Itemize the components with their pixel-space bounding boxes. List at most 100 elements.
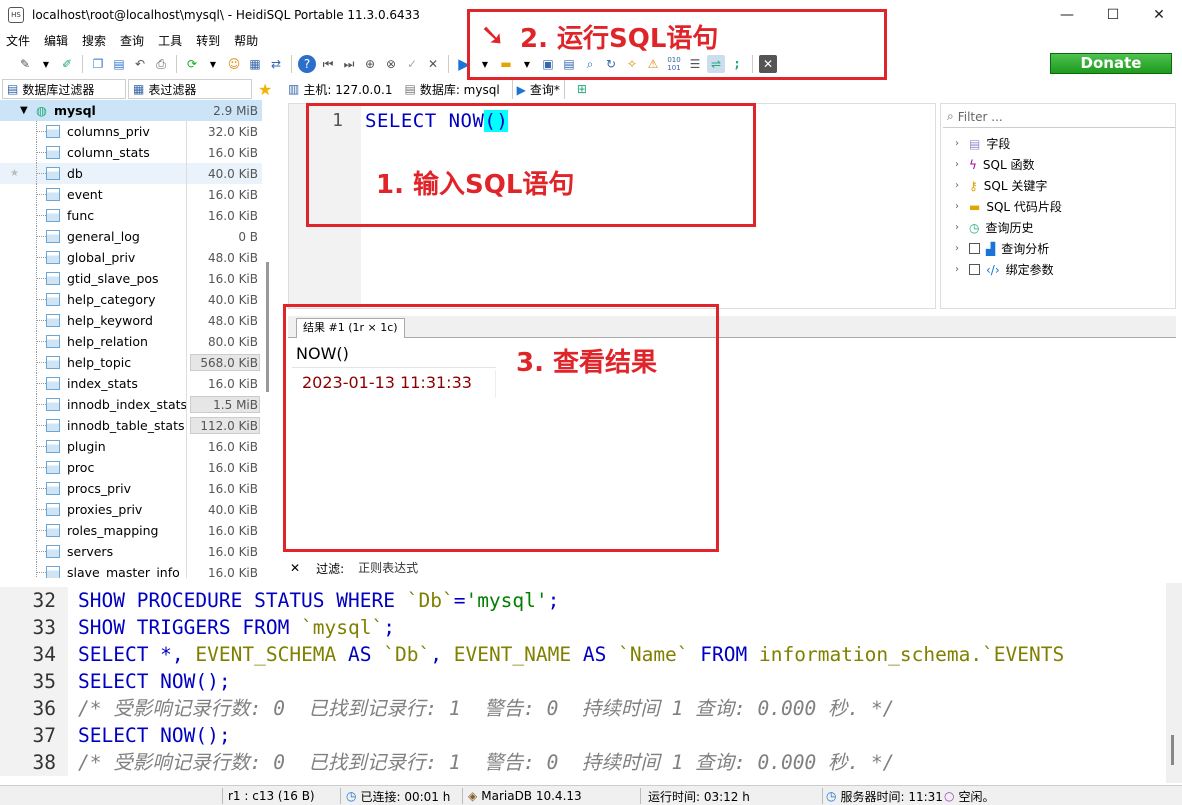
tree-table-row[interactable]: event 16.0 KiB <box>0 184 262 205</box>
print-icon[interactable]: ⎙ <box>152 55 170 73</box>
log-keyword: SHOW TRIGGERS FROM <box>78 616 302 639</box>
collapse-chevron-icon[interactable]: ▼ <box>20 105 28 116</box>
log-scrollbar[interactable] <box>1166 583 1182 783</box>
helper-item-keywords[interactable]: › ⚷ SQL 关键字 <box>955 175 1047 196</box>
undo-icon[interactable]: ↶ <box>131 55 149 73</box>
first-record-icon[interactable]: ⏮ <box>319 55 337 73</box>
insert-record-icon[interactable]: ⊕ <box>361 55 379 73</box>
tree-scrollbar[interactable] <box>266 262 269 392</box>
expand-chevron-icon[interactable]: › <box>955 222 963 233</box>
table-filter-tab[interactable]: ▦ 表过滤器 <box>128 79 252 99</box>
menu-query[interactable]: 查询 <box>120 32 144 49</box>
tree-table-row[interactable]: help_category 40.0 KiB <box>0 289 262 310</box>
tree-table-row[interactable]: proxies_priv 40.0 KiB <box>0 499 262 520</box>
minimize-button[interactable]: — <box>1044 0 1090 30</box>
tab-query[interactable]: ▶ 查询* <box>511 79 565 99</box>
copy-icon[interactable]: ❐ <box>89 55 107 73</box>
dropdown-arrow-icon[interactable]: ▼ <box>37 55 55 73</box>
tree-table-row[interactable]: func 16.0 KiB <box>0 205 262 226</box>
tree-table-row[interactable]: plugin 16.0 KiB <box>0 436 262 457</box>
refresh-icon[interactable]: ⟳ <box>183 55 201 73</box>
status-server-time-label: 服务器时间: 11:31 <box>840 789 943 804</box>
tree-table-row[interactable]: help_topic 568.0 KiB <box>0 352 262 373</box>
user-manager-icon[interactable]: ☺ <box>225 55 243 73</box>
delete-record-icon[interactable]: ⊗ <box>382 55 400 73</box>
helper-item-functions[interactable]: › ϟ SQL 函数 <box>955 154 1035 175</box>
helper-item-label: SQL 关键字 <box>983 179 1048 193</box>
tree-table-row[interactable]: servers 16.0 KiB <box>0 541 262 562</box>
database-filter-tab[interactable]: ▤ 数据库过滤器 <box>2 79 126 99</box>
table-size: 16.0 KiB <box>208 376 258 391</box>
tree-table-row[interactable]: db 40.0 KiB ★ <box>0 163 262 184</box>
helper-filter-input[interactable]: ⌕ Filter ... <box>943 106 1175 128</box>
bind-params-checkbox[interactable] <box>969 264 980 275</box>
tree-table-row[interactable]: innodb_index_stats 1.5 MiB <box>0 394 262 415</box>
helper-item-profile[interactable]: › ▟ 查询分析 <box>955 238 1049 259</box>
maximize-button[interactable]: ☐ <box>1090 0 1136 30</box>
post-record-icon[interactable]: ✓ <box>403 55 421 73</box>
favorite-star-icon[interactable]: ★ <box>258 80 272 99</box>
expand-chevron-icon[interactable]: › <box>955 264 963 275</box>
new-query-tab-icon[interactable]: ⊞ <box>577 82 587 96</box>
profile-checkbox[interactable] <box>969 243 980 254</box>
helper-item-columns[interactable]: › ▤ 字段 <box>955 133 1010 154</box>
tree-table-row[interactable]: columns_priv 32.0 KiB <box>0 121 262 142</box>
menu-goto[interactable]: 转到 <box>196 32 220 49</box>
tree-connector <box>36 299 46 300</box>
cancel-record-icon[interactable]: ✕ <box>424 55 442 73</box>
favorite-star-icon[interactable]: ★ <box>10 168 19 179</box>
tab-database[interactable]: ▤ 数据库: mysql <box>404 81 499 98</box>
tree-table-row[interactable]: proc 16.0 KiB <box>0 457 262 478</box>
dropdown-arrow-icon[interactable]: ▼ <box>204 55 222 73</box>
expand-chevron-icon[interactable]: › <box>955 180 963 191</box>
expand-chevron-icon[interactable]: › <box>955 138 963 149</box>
tree-table-row[interactable]: slave_master_info 16.0 KiB <box>0 562 262 578</box>
tree-connector <box>36 404 46 405</box>
log-scroll-thumb[interactable] <box>1171 735 1174 765</box>
tree-table-row[interactable]: gtid_slave_pos 16.0 KiB <box>0 268 262 289</box>
tree-table-row[interactable]: index_stats 16.0 KiB <box>0 373 262 394</box>
menu-help[interactable]: 帮助 <box>234 32 258 49</box>
tree-connector <box>36 194 46 195</box>
close-filter-icon[interactable]: ✕ <box>290 561 300 575</box>
tree-table-row[interactable]: general_log 0 B <box>0 226 262 247</box>
donate-button[interactable]: Donate <box>1050 53 1172 74</box>
document-tabs: ▥ 主机: 127.0.0.1 ▤ 数据库: mysql ▶ 查询* ⊞ <box>288 78 1182 100</box>
table-icon <box>46 377 60 390</box>
tree-table-row[interactable]: global_priv 48.0 KiB <box>0 247 262 268</box>
close-button[interactable]: ✕ <box>1136 0 1182 30</box>
table-size: 32.0 KiB <box>208 124 258 139</box>
expand-chevron-icon[interactable]: › <box>955 159 963 170</box>
tree-table-row[interactable]: roles_mapping 16.0 KiB <box>0 520 262 541</box>
paste-icon[interactable]: ▤ <box>110 55 128 73</box>
tree-connector <box>36 488 46 489</box>
tab-host[interactable]: ▥ 主机: 127.0.0.1 <box>288 81 392 98</box>
status-uptime: 运行时间: 03:12 h <box>648 789 750 804</box>
sql-log-text[interactable]: 32 SHOW PROCEDURE STATUS WHERE `Db`='mys… <box>0 583 1166 783</box>
menu-file[interactable]: 文件 <box>6 32 30 49</box>
last-record-icon[interactable]: ⏭ <box>340 55 358 73</box>
menu-edit[interactable]: 编辑 <box>44 32 68 49</box>
log-semicolon: ; <box>547 589 560 612</box>
tree-table-row[interactable]: innodb_table_stats 112.0 KiB <box>0 415 262 436</box>
helper-item-bind-params[interactable]: › ‹/› 绑定参数 <box>955 259 1054 280</box>
tree-table-row[interactable]: procs_priv 16.0 KiB <box>0 478 262 499</box>
menu-search[interactable]: 搜索 <box>82 32 106 49</box>
filter-regex-input[interactable]: 正则表达式 <box>352 558 503 578</box>
menu-tools[interactable]: 工具 <box>158 32 182 49</box>
tree-table-row[interactable]: help_keyword 48.0 KiB <box>0 310 262 331</box>
helper-item-history[interactable]: › ◷ 查询历史 <box>955 217 1034 238</box>
help-icon[interactable]: ? <box>298 55 316 73</box>
disconnect-icon[interactable]: ✐ <box>58 55 76 73</box>
tree-table-row[interactable]: help_relation 80.0 KiB <box>0 331 262 352</box>
log-keyword: FROM <box>688 643 759 666</box>
tree-connector <box>36 131 46 132</box>
maintenance-icon[interactable]: ▦ <box>246 55 264 73</box>
helper-item-snippets[interactable]: › ▬ SQL 代码片段 <box>955 196 1062 217</box>
expand-chevron-icon[interactable]: › <box>955 201 963 212</box>
expand-chevron-icon[interactable]: › <box>955 243 963 254</box>
export-icon[interactable]: ⇄ <box>267 55 285 73</box>
tree-table-row[interactable]: column_stats 16.0 KiB <box>0 142 262 163</box>
tree-database-row[interactable]: ▼ ◍ mysql 2.9 MiB <box>0 100 262 121</box>
session-manager-icon[interactable]: ✎ <box>16 55 34 73</box>
